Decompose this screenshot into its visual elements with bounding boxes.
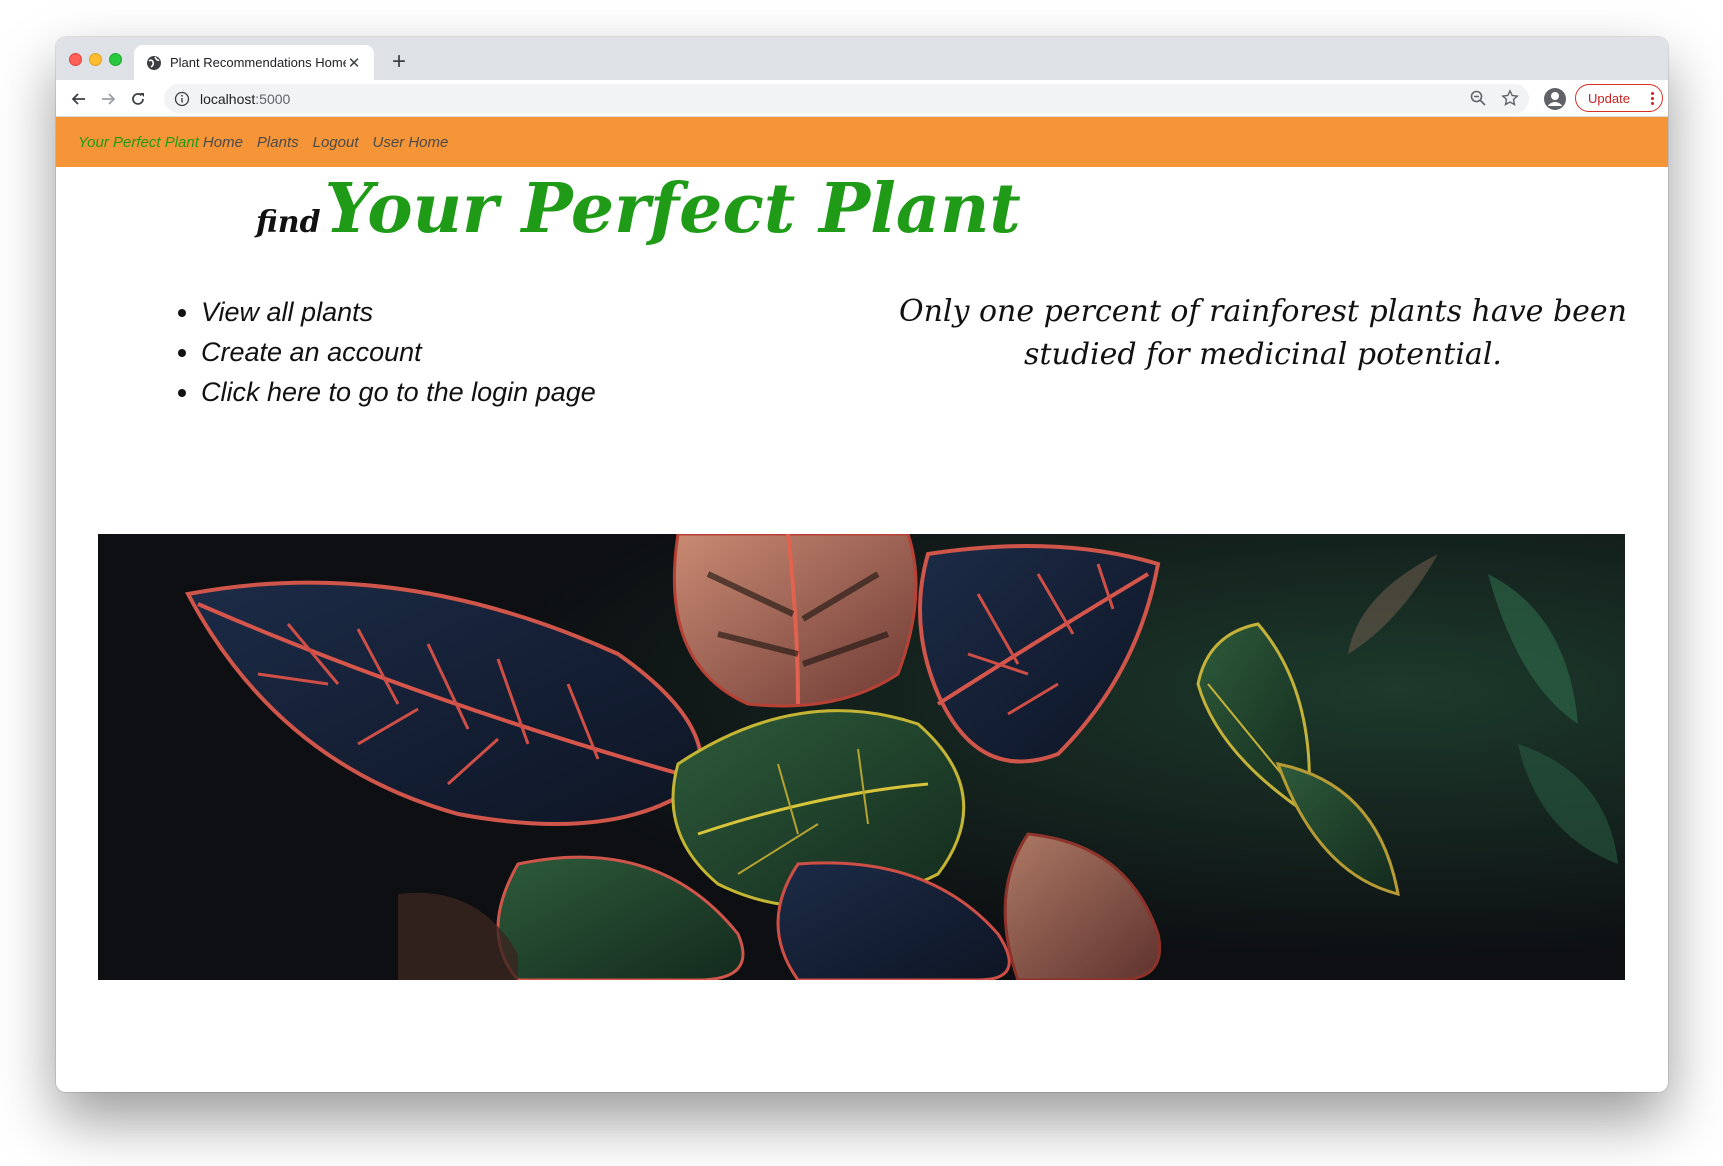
plant-banner-image [98, 534, 1625, 980]
hero-main-title: Your Perfect Plant [324, 169, 1021, 249]
zoom-window-button[interactable] [109, 53, 122, 66]
close-window-button[interactable] [69, 53, 82, 66]
nav-home[interactable]: Home [203, 134, 243, 151]
close-icon[interactable]: ✕ [346, 54, 362, 72]
navbar-brand[interactable]: Your Perfect Plant [78, 134, 199, 151]
globe-icon [146, 55, 162, 71]
update-button[interactable]: Update [1575, 84, 1663, 112]
hero-title: findYour Perfect Plant [256, 169, 1021, 249]
reload-icon[interactable] [127, 88, 149, 110]
nav-user-home[interactable]: User Home [373, 134, 449, 151]
hero-prefix: find [256, 205, 321, 240]
info-icon[interactable] [174, 91, 190, 107]
address-bar[interactable]: localhost:5000 [164, 84, 1529, 113]
browser-window: Plant Recommendations Home ✕ + localhost… [56, 37, 1668, 1092]
nav-plants[interactable]: Plants [257, 134, 299, 151]
web-page: Your Perfect Plant Home Plants Logout Us… [56, 117, 1668, 1092]
star-icon[interactable] [1501, 89, 1519, 107]
menu-dots-icon[interactable] [1642, 91, 1662, 105]
plant-fact-quote: Only one percent of rainforest plants ha… [899, 294, 1627, 372]
nav-logout[interactable]: Logout [313, 134, 359, 151]
link-login-page[interactable]: Click here to go to the login page [201, 372, 596, 412]
update-label: Update [1588, 90, 1630, 106]
zoom-icon[interactable] [1469, 89, 1487, 107]
url-text: localhost:5000 [200, 90, 291, 107]
browser-tab[interactable]: Plant Recommendations Home ✕ [134, 45, 374, 80]
site-navbar: Your Perfect Plant Home Plants Logout Us… [56, 117, 1668, 167]
link-view-all-plants[interactable]: View all plants [201, 292, 596, 332]
plus-icon[interactable]: + [386, 50, 412, 76]
browser-toolbar: localhost:5000 Update [56, 80, 1668, 117]
tab-strip: Plant Recommendations Home ✕ + [56, 37, 1668, 80]
link-create-account[interactable]: Create an account [201, 332, 596, 372]
forward-arrow-icon[interactable] [97, 88, 119, 110]
minimize-window-button[interactable] [89, 53, 102, 66]
tab-title: Plant Recommendations Home [170, 55, 346, 70]
back-arrow-icon[interactable] [68, 88, 90, 110]
link-list: View all plants Create an account Click … [176, 292, 596, 412]
profile-icon[interactable] [1543, 87, 1567, 111]
